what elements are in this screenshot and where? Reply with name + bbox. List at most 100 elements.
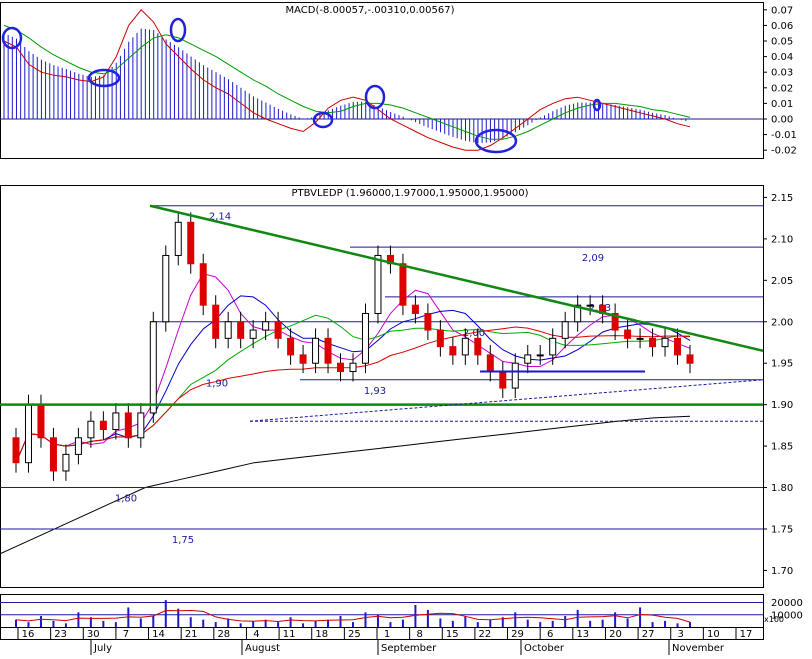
x-tick-label: 14 [152, 629, 165, 640]
x-tick-label: 28 [217, 629, 230, 640]
level-label: 1,80 [115, 494, 137, 505]
x-tick-label: 22 [479, 629, 492, 640]
candle-body [87, 420, 95, 439]
candle-body [549, 337, 557, 356]
x-tick-label: 6 [547, 629, 553, 640]
x-tick-label: 17 [740, 629, 753, 640]
volume-pane: 1000020000 [0, 598, 803, 627]
price-ytick-label: 1.90 [771, 400, 793, 411]
dashed-trend-line [249, 379, 764, 422]
candle-body [149, 321, 157, 414]
level-label: 1,90 [206, 379, 228, 390]
candle-body [124, 412, 132, 439]
x-tick-label: 10 [707, 629, 720, 640]
candle-body [312, 337, 320, 364]
candle-body [449, 346, 457, 356]
price-title: PTBVLEDP (1.96000,1.97000,1.95000,1.9500… [291, 188, 528, 199]
candle-body [674, 337, 682, 356]
candle-body [212, 304, 220, 339]
candle-body [62, 453, 70, 472]
candle-body [511, 362, 519, 389]
x-tick-label: 1 [384, 629, 390, 640]
macd-ytick-label: 0.04 [771, 52, 793, 63]
macd-title: MACD(-8.00057,-.00310,0.00567) [285, 5, 454, 16]
candle-body [349, 362, 357, 372]
volume-average-line [15, 609, 691, 623]
macd-pane: -0.02 -0.01 0.00 0.01 0.02 0.03 0.04 0.05 0.06 0.… [0, 5, 797, 157]
candle-body [474, 337, 482, 356]
candle-body [24, 404, 32, 464]
candle-body [74, 437, 82, 455]
price-ytick-label: 1.70 [771, 566, 793, 577]
candle-body [586, 304, 594, 307]
macd-ytick-label: 0.05 [771, 37, 793, 48]
macd-ytick-label: -0.02 [771, 146, 797, 157]
x-tick-label: 23 [54, 629, 67, 640]
x-tick-label: 29 [511, 629, 524, 640]
price-ytick-label: 1.75 [771, 524, 793, 535]
candle-body [162, 254, 170, 323]
x-tick-label: 30 [87, 629, 100, 640]
candle-body [249, 329, 257, 339]
moving-average-30 [15, 326, 691, 463]
month-label: November [672, 643, 725, 654]
x-tick-label: 20 [609, 629, 622, 640]
candle-body [661, 337, 669, 348]
x-tick-label: 4 [253, 629, 259, 640]
x-tick-label: 27 [642, 629, 655, 640]
price-ytick-label: 1.85 [771, 442, 793, 453]
candle-body [174, 221, 182, 256]
x-tick-label: 25 [348, 629, 361, 640]
level-label: 2,09 [582, 253, 604, 264]
x-axis: 16 23 30 7 14 21 28 4 11 18 25 1 8 15 22 29 6 13 20 27 3 10 17… [17, 628, 753, 655]
candle-body [12, 437, 20, 464]
macd-ytick-label: 0.03 [771, 68, 793, 79]
month-label: October [524, 643, 565, 654]
candle-body [37, 404, 45, 439]
volume-unit-label: x100 [764, 615, 784, 624]
candle-body [299, 354, 307, 364]
price-ytick-label: 2.00 [771, 317, 793, 328]
x-tick-label: 7 [123, 629, 129, 640]
candle-body [324, 337, 332, 364]
candle-body [199, 263, 207, 306]
macd-ytick-label: 0.02 [771, 83, 793, 94]
candle-body [262, 321, 270, 331]
x-tick-label: 11 [283, 629, 296, 640]
price-pane: 1.70 1.75 1.80 1.85 1.90 1.95 2.00 2.05 2.10 2.15… [0, 193, 793, 577]
candle-body [649, 337, 657, 348]
candle-body [436, 329, 444, 348]
month-label: August [245, 643, 280, 654]
x-tick-label: 15 [446, 629, 459, 640]
x-tick-label: 3 [678, 629, 684, 640]
candle-body [399, 263, 407, 306]
highlight-ellipse [312, 111, 334, 129]
macd-ytick-label: 0.00 [771, 115, 793, 126]
candle-body [636, 337, 644, 340]
month-label: September [381, 643, 437, 654]
chart-root: -0.02 -0.01 0.00 0.01 0.02 0.03 0.04 0.05 0.06 0.… [0, 0, 812, 655]
macd-ytick-label: 0.01 [771, 99, 793, 110]
chart-svg: -0.02 -0.01 0.00 0.01 0.02 0.03 0.04 0.05 0.06 0.… [0, 2, 803, 655]
volume-ytick-label: 20000 [771, 598, 803, 609]
candle-body [524, 354, 532, 364]
candle-body [274, 321, 282, 339]
level-label: 1,93 [364, 386, 386, 397]
candle-body [686, 354, 694, 364]
candle-body [499, 370, 507, 389]
price-ytick-label: 1.80 [771, 483, 793, 494]
candle-body [411, 304, 419, 314]
candle-body [224, 321, 232, 339]
signal-line [3, 24, 691, 140]
month-label: July [93, 643, 112, 654]
pane-frames [0, 2, 764, 640]
macd-ytick-label: -0.01 [771, 130, 797, 141]
price-ytick-label: 2.15 [771, 193, 793, 204]
candle-body [486, 354, 494, 372]
candle-body [374, 254, 382, 314]
moving-average-14 [15, 314, 690, 463]
macd-ytick-label: 0.06 [771, 21, 793, 32]
candle-body [49, 437, 57, 472]
candle-body [536, 354, 544, 357]
macd-ytick-label: 0.07 [771, 5, 793, 16]
